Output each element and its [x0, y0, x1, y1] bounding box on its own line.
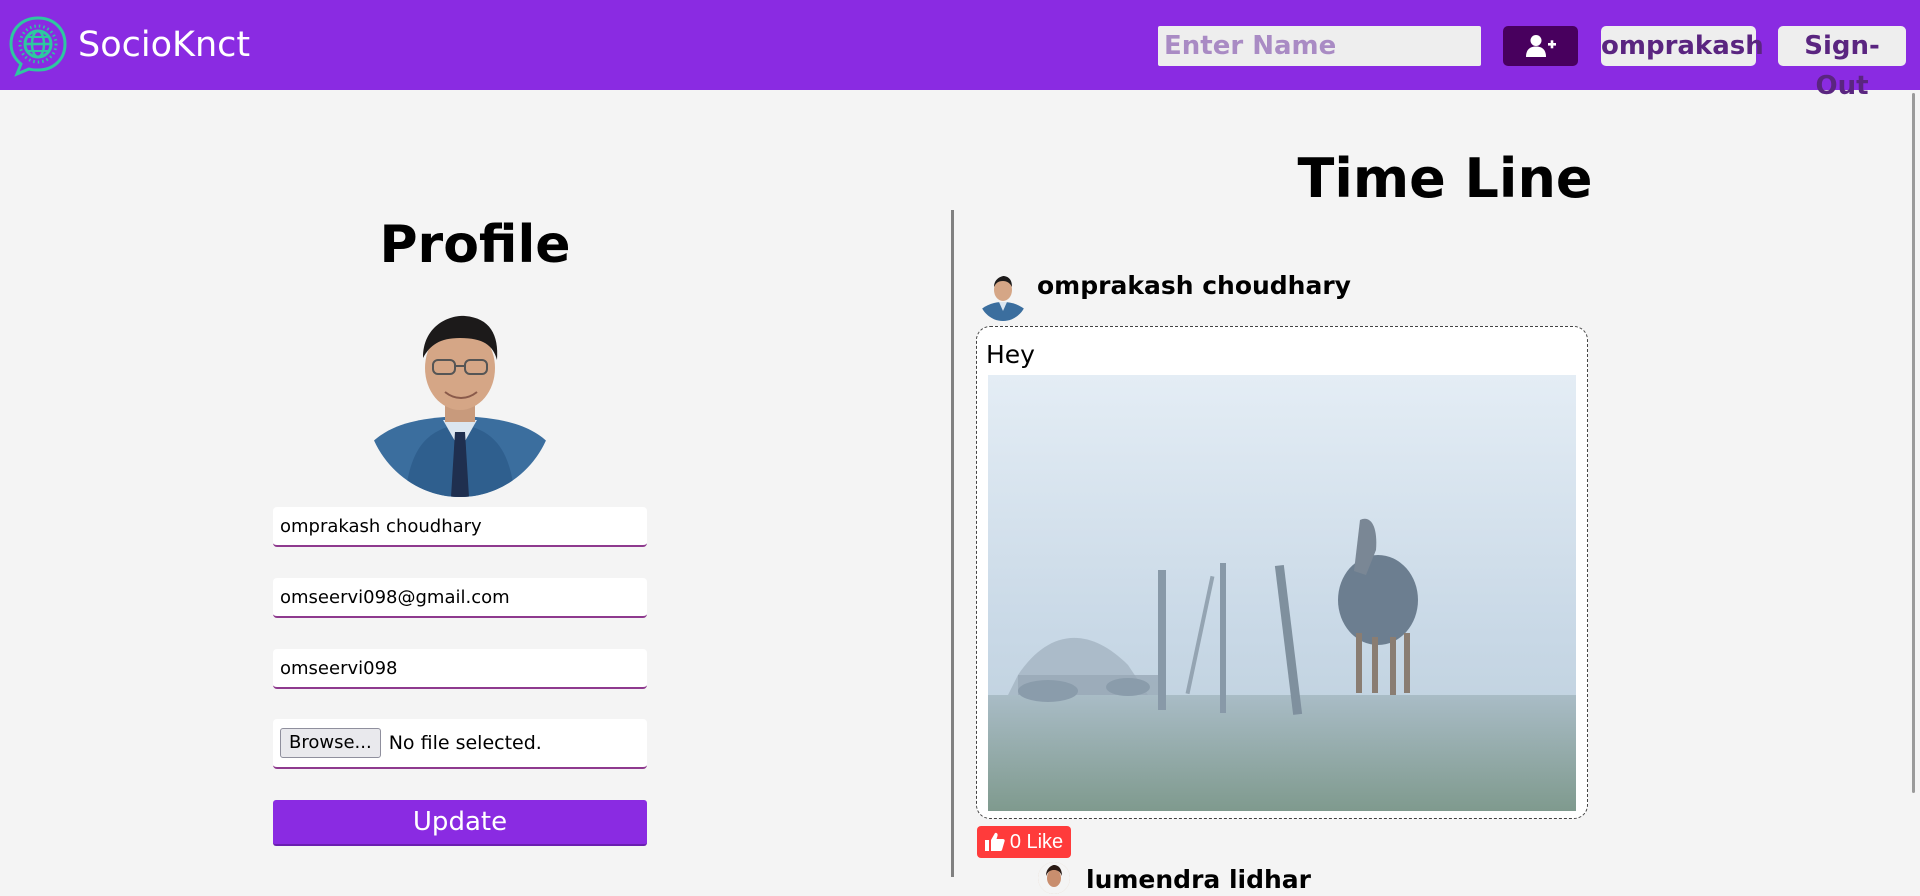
post-card: Hey [976, 326, 1588, 819]
next-post-author-avatar[interactable] [1038, 862, 1070, 894]
profile-username-field[interactable]: omseervi098 [273, 649, 647, 689]
profile-avatar [365, 300, 555, 497]
column-divider [951, 210, 954, 877]
profile-title: Profile [379, 215, 571, 275]
globe-chat-icon[interactable] [7, 15, 69, 77]
top-navbar: SocioKnct omprakash Sign-Out [0, 0, 1920, 101]
post-text: Hey [986, 340, 1035, 369]
post-author-avatar[interactable] [979, 271, 1027, 321]
next-post-author-name[interactable]: lumendra lidhar [1086, 864, 1311, 896]
file-status-text: No file selected. [388, 732, 542, 754]
page-scrollbar[interactable] [1912, 93, 1915, 793]
search-name-input[interactable] [1158, 26, 1481, 66]
profile-photo-file-input[interactable]: Browse... No file selected. [273, 719, 647, 769]
thumbs-up-icon [984, 832, 1005, 851]
post-author-name[interactable]: omprakash choudhary [1037, 270, 1351, 302]
timeline-title: Time Line [1297, 147, 1593, 210]
user-plus-icon [1525, 35, 1556, 57]
sign-out-button[interactable]: Sign-Out [1778, 26, 1906, 101]
current-user-button[interactable]: omprakash [1601, 26, 1764, 66]
brand-name[interactable]: SocioKnct [78, 22, 250, 68]
like-count-label: 0 Like [1009, 830, 1064, 853]
profile-email-field[interactable]: omseervi098@gmail.com [273, 578, 647, 618]
post-image[interactable] [988, 375, 1576, 811]
browse-button[interactable]: Browse... [280, 728, 381, 758]
update-button[interactable]: Update [273, 800, 647, 846]
add-friend-button[interactable] [1503, 26, 1578, 66]
profile-name-field[interactable]: omprakash choudhary [273, 507, 647, 547]
like-button[interactable]: 0 Like [977, 826, 1071, 858]
